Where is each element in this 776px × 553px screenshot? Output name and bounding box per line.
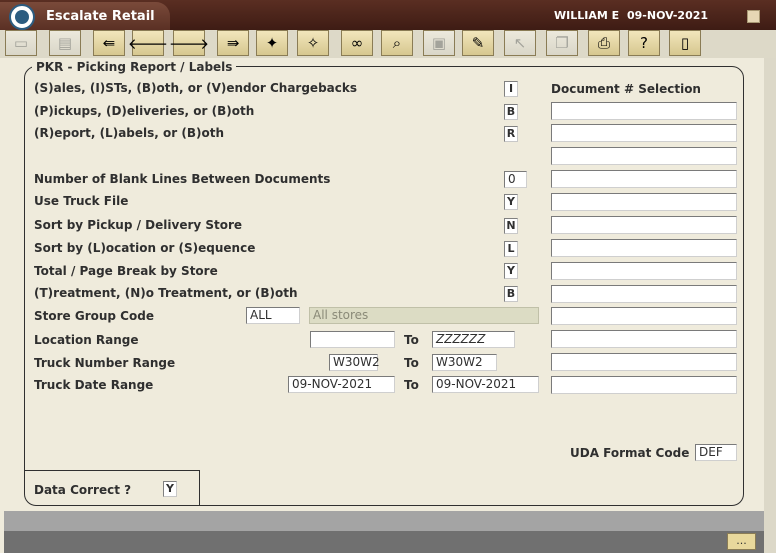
sales-type-field[interactable]: I [504, 81, 518, 97]
toolbar-button-zoom[interactable]: ⌕ [381, 30, 413, 56]
toolbar-button-exit[interactable]: ▯ [669, 30, 701, 56]
pickup-delivery-label: (P)ickups, (D)eliveries, or (B)oth [34, 104, 255, 118]
location-from-field[interactable] [310, 331, 395, 348]
treatment-label: (T)reatment, (N)o Treatment, or (B)oth [34, 286, 298, 300]
pointer-icon: ↖ [513, 34, 527, 52]
document-number-field[interactable] [551, 216, 737, 234]
truck-date-to-label: To [404, 378, 419, 392]
document-number-field[interactable] [551, 285, 737, 303]
document-number-field[interactable] [551, 124, 737, 142]
report-labels-field[interactable]: R [504, 126, 518, 142]
sort-location-label: Sort by (L)ocation or (S)equence [34, 241, 256, 255]
exit-icon: ▯ [680, 34, 690, 52]
document-number-field[interactable] [551, 102, 737, 120]
status-more-button[interactable]: ... [727, 533, 756, 550]
treatment-field[interactable]: B [504, 286, 518, 302]
sort-store-label: Sort by Pickup / Delivery Store [34, 218, 243, 232]
location-to-label: To [404, 333, 419, 347]
truck-date-to-field[interactable]: 09-NOV-2021 [432, 376, 539, 393]
document-number-field[interactable] [551, 239, 737, 257]
window-control-button[interactable] [747, 10, 760, 23]
toolbar-button-pointer[interactable]: ↖ [504, 30, 536, 56]
window-right-edge [764, 58, 776, 553]
toolbar-button-save[interactable]: ▣ [423, 30, 455, 56]
use-truck-file-field[interactable]: Y [504, 194, 518, 210]
toolbar-button-edit[interactable]: ✎ [462, 30, 494, 56]
document-number-field[interactable] [551, 193, 737, 211]
data-correct-field[interactable]: Y [163, 481, 177, 497]
duplicate-record-icon: ▤ [57, 34, 73, 52]
toolbar-button-print[interactable]: ⎙ [588, 30, 620, 56]
toolbar-button-calendar-star-alt[interactable]: ✧ [297, 30, 329, 56]
toolbar-button-stack[interactable]: ❐ [546, 30, 578, 56]
zoom-icon: ⌕ [392, 34, 402, 52]
page-break-field[interactable]: Y [504, 263, 518, 279]
truck-number-range-label: Truck Number Range [34, 356, 176, 370]
document-number-field[interactable] [551, 170, 737, 188]
edit-icon: ✎ [471, 34, 485, 52]
print-icon: ⎙ [597, 34, 610, 52]
blank-lines-label: Number of Blank Lines Between Documents [34, 172, 331, 186]
app-logo-icon [9, 4, 35, 30]
toolbar-button-calendar-star[interactable]: ✦ [256, 30, 288, 56]
next-block-icon: ⇛ [226, 34, 240, 52]
toolbar-button-next-block[interactable]: ⇛ [217, 30, 249, 56]
location-range-label: Location Range [34, 333, 139, 347]
uda-format-label: UDA Format Code [570, 446, 690, 460]
next-record-arrow-icon: 🡒 [168, 34, 210, 53]
document-number-field[interactable] [551, 353, 737, 371]
session-date: 09-NOV-2021 [627, 9, 709, 22]
document-number-field[interactable] [551, 376, 737, 394]
blank-lines-field[interactable]: 0 [504, 171, 527, 188]
truck-date-range-label: Truck Date Range [34, 378, 154, 392]
form-title: PKR - Picking Report / Labels [32, 60, 237, 74]
document-number-field[interactable] [551, 262, 737, 280]
message-bar [4, 511, 764, 531]
status-bar [4, 531, 764, 553]
calendar-star-alt-icon: ✧ [306, 34, 320, 52]
sales-type-label: (S)ales, (I)STs, (B)oth, or (V)endor Cha… [34, 81, 357, 95]
truck-number-to-field[interactable]: W30W2 [432, 354, 497, 371]
toolbar-button-duplicate-record[interactable]: ▤ [49, 30, 81, 56]
store-group-code-field[interactable]: ALL [246, 307, 300, 324]
toolbar-button-next-record-arrow[interactable]: 🡒 [169, 30, 209, 56]
toolbar-button-help[interactable]: ? [628, 30, 660, 56]
toolbar-button-binoculars[interactable]: ∞ [341, 30, 373, 56]
document-number-field[interactable] [551, 307, 737, 325]
truck-number-from-field[interactable]: W30W2 [329, 354, 380, 371]
binoculars-icon: ∞ [350, 34, 364, 52]
previous-block-icon: ⇚ [102, 34, 116, 52]
toolbar-button-previous-record-arrow[interactable]: 🡐 [128, 30, 168, 56]
store-group-description: All stores [309, 307, 539, 324]
document-number-field[interactable] [551, 147, 737, 165]
page-break-label: Total / Page Break by Store [34, 264, 218, 278]
truck-date-from-field[interactable]: 09-NOV-2021 [288, 376, 395, 393]
help-icon: ? [640, 34, 648, 52]
app-title: Escalate Retail [46, 9, 155, 24]
toolbar-button-previous-block[interactable]: ⇚ [93, 30, 125, 56]
location-to-field[interactable]: ZZZZZZ [432, 331, 515, 348]
stack-icon: ❐ [555, 34, 569, 52]
data-correct-label: Data Correct ? [34, 483, 132, 497]
document-selection-header: Document # Selection [551, 82, 701, 96]
new-record-icon: ▭ [13, 34, 29, 52]
use-truck-file-label: Use Truck File [34, 194, 129, 208]
store-group-label: Store Group Code [34, 309, 154, 323]
calendar-star-icon: ✦ [265, 34, 279, 52]
previous-record-arrow-icon: 🡐 [127, 34, 169, 53]
pickup-delivery-field[interactable]: B [504, 104, 518, 120]
toolbar-button-new-record[interactable]: ▭ [5, 30, 37, 56]
document-number-field[interactable] [551, 330, 737, 348]
uda-format-field[interactable]: DEF [695, 444, 737, 461]
save-icon: ▣ [431, 34, 447, 52]
report-labels-label: (R)eport, (L)abels, or (B)oth [34, 126, 224, 140]
user-name: WILLIAM E [554, 9, 620, 22]
sort-store-field[interactable]: N [504, 218, 518, 234]
sort-location-field[interactable]: L [504, 241, 518, 257]
truck-number-to-label: To [404, 356, 419, 370]
